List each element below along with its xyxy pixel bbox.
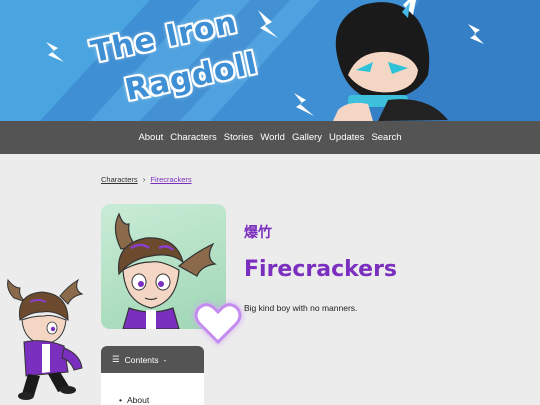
chevron-right-icon: › <box>142 175 146 184</box>
header-banner: The Iron Ragdoll <box>0 0 540 121</box>
main-nav: About Characters Stories World Gallery U… <box>0 121 540 154</box>
character-cjk-name: 爆竹 <box>244 225 272 241</box>
nav-about[interactable]: About <box>135 132 167 143</box>
breadcrumb-current-link[interactable]: Firecrackers <box>150 175 191 184</box>
list-icon: ☰ <box>112 354 120 364</box>
nav-updates[interactable]: Updates <box>326 132 368 143</box>
heart-icon <box>194 303 242 345</box>
contents-item-about[interactable]: About <box>119 395 149 405</box>
nav-characters[interactable]: Characters <box>167 132 220 143</box>
page-title: Firecrackers <box>244 257 398 282</box>
nav-stories[interactable]: Stories <box>220 132 257 143</box>
contents-title: Contents <box>124 354 159 365</box>
breadcrumb-parent-link[interactable]: Characters <box>101 175 138 184</box>
table-of-contents: ☰ Contents - About <box>101 346 204 405</box>
nav-gallery[interactable]: Gallery <box>288 132 325 143</box>
character-description: Big kind boy with no manners. <box>244 303 358 313</box>
collapse-icon: - <box>163 354 167 365</box>
floating-character-sprite <box>7 278 84 400</box>
nav-world[interactable]: World <box>257 132 289 143</box>
site-logo[interactable]: The Iron Ragdoll <box>88 5 261 112</box>
contents-toggle[interactable]: ☰ Contents - <box>101 346 204 373</box>
breadcrumb: Characters › Firecrackers <box>101 175 192 184</box>
banner-background <box>0 0 540 121</box>
nav-search[interactable]: Search <box>368 132 405 143</box>
